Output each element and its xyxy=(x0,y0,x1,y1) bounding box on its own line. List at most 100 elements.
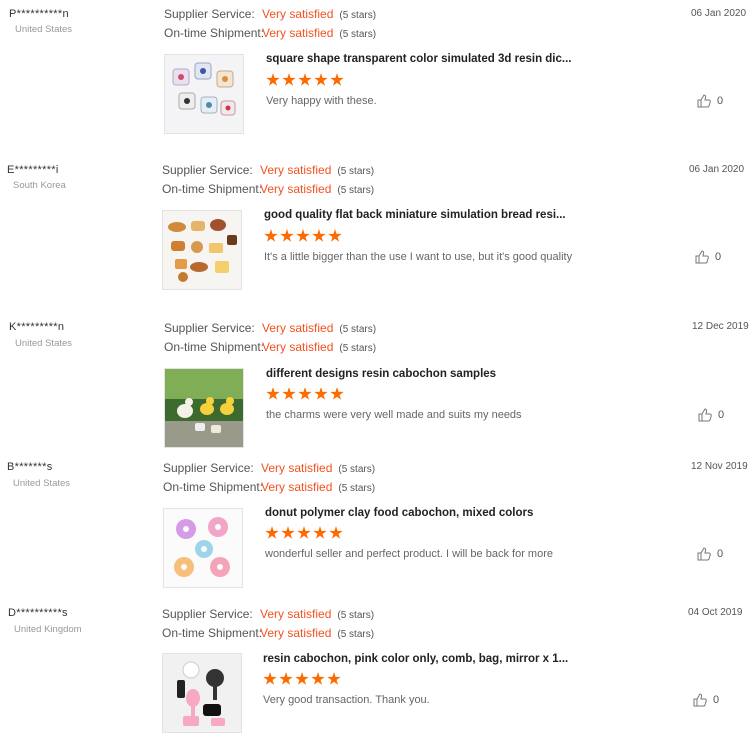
shipment-row: On-time Shipment:Very satisfied (5 stars) xyxy=(162,625,374,641)
buyer-name: P**********n xyxy=(9,8,69,20)
pink-accessories-photo xyxy=(163,654,241,732)
supplier-service-row: Supplier Service: Very satisfied (5 stars) xyxy=(164,320,376,336)
supplier-service-value: Very satisfied xyxy=(260,607,332,621)
product-title[interactable]: donut polymer clay food cabochon, mixed … xyxy=(265,507,533,519)
shipment-label: On-time Shipment: xyxy=(164,340,265,354)
supplier-service-value: Very satisfied xyxy=(260,163,332,177)
supplier-service-row: Supplier Service: Very satisfied (5 stars) xyxy=(164,6,376,22)
star-icon xyxy=(314,73,328,86)
star-icon xyxy=(314,387,328,400)
product-title[interactable]: good quality flat back miniature simulat… xyxy=(264,209,566,221)
shipment-stars: (5 stars) xyxy=(337,629,375,640)
rating-stars xyxy=(266,387,344,403)
supplier-service-row: Supplier Service: Very satisfied (5 stars) xyxy=(162,606,374,622)
star-icon xyxy=(311,672,325,685)
buyer-country: South Korea xyxy=(13,180,66,191)
star-icon xyxy=(282,387,296,400)
resin-ducks-photo xyxy=(165,369,243,447)
star-icon xyxy=(313,526,327,539)
star-icon xyxy=(265,526,279,539)
star-icon xyxy=(263,672,277,685)
product-title[interactable]: different designs resin cabochon samples xyxy=(266,368,496,380)
shipment-value: Very satisfied xyxy=(261,480,333,494)
supplier-service-label: Supplier Service: xyxy=(164,321,255,335)
shipment-label: On-time Shipment: xyxy=(164,26,265,40)
like-count: 0 xyxy=(713,694,720,706)
review-comment: Very happy with these. xyxy=(266,95,377,107)
buyer-country: United Kingdom xyxy=(14,624,82,635)
supplier-service-value: Very satisfied xyxy=(262,7,334,21)
buyer-country: United States xyxy=(15,338,73,349)
like-count: 0 xyxy=(718,409,725,421)
shipment-row: On-time Shipment:Very satisfied (5 stars) xyxy=(164,339,376,355)
product-thumbnail[interactable] xyxy=(162,210,242,290)
product-title[interactable]: resin cabochon, pink color only, comb, b… xyxy=(263,653,568,665)
buyer-name: E*********i xyxy=(7,164,59,176)
buyer-name: D**********s xyxy=(8,607,68,619)
buyer-country: United States xyxy=(13,478,71,489)
supplier-service-label: Supplier Service: xyxy=(163,461,254,475)
shipment-stars: (5 stars) xyxy=(339,343,377,354)
shipment-label: On-time Shipment: xyxy=(162,182,263,196)
review-date: 12 Nov 2019 xyxy=(691,461,748,472)
supplier-service-value: Very satisfied xyxy=(261,461,333,475)
buyer-name: K*********n xyxy=(9,321,65,333)
product-thumbnail[interactable] xyxy=(164,368,244,448)
supplier-service-label: Supplier Service: xyxy=(164,7,255,21)
thumbs-up-icon xyxy=(697,94,711,108)
like-count: 0 xyxy=(717,95,724,107)
product-thumbnail[interactable] xyxy=(164,54,244,134)
like-button[interactable]: 0 xyxy=(695,250,721,264)
star-icon xyxy=(330,73,344,86)
star-icon xyxy=(327,672,341,685)
star-icon xyxy=(282,73,296,86)
shipment-row: On-time Shipment:Very satisfied (5 stars) xyxy=(164,25,376,41)
star-icon xyxy=(330,387,344,400)
shipment-row: On-time Shipment:Very satisfied (5 stars) xyxy=(163,479,375,495)
shipment-stars: (5 stars) xyxy=(337,185,375,196)
star-icon xyxy=(328,229,342,242)
product-thumbnail[interactable] xyxy=(162,653,242,733)
shipment-label: On-time Shipment: xyxy=(162,626,263,640)
supplier-service-stars: (5 stars) xyxy=(338,464,376,475)
rating-stars xyxy=(265,526,343,542)
product-title[interactable]: square shape transparent color simulated… xyxy=(266,53,572,65)
review-comment: It's a little bigger than the use I want… xyxy=(264,251,573,263)
star-icon xyxy=(298,387,312,400)
rating-stars xyxy=(263,672,341,688)
rating-stars xyxy=(264,229,342,245)
supplier-service-row: Supplier Service: Very satisfied (5 stars) xyxy=(163,460,375,476)
like-button[interactable]: 0 xyxy=(698,408,724,422)
star-icon xyxy=(280,229,294,242)
thumbs-up-icon xyxy=(698,408,712,422)
star-icon xyxy=(279,672,293,685)
shipment-row: On-time Shipment:Very satisfied (5 stars) xyxy=(162,181,374,197)
supplier-service-stars: (5 stars) xyxy=(337,166,375,177)
review-date: 12 Dec 2019 xyxy=(692,321,749,332)
like-button[interactable]: 0 xyxy=(693,693,719,707)
buyer-name: B*******s xyxy=(7,461,53,473)
shipment-stars: (5 stars) xyxy=(338,483,376,494)
like-button[interactable]: 0 xyxy=(697,94,723,108)
shipment-value: Very satisfied xyxy=(262,26,334,40)
supplier-service-label: Supplier Service: xyxy=(162,163,253,177)
like-button[interactable]: 0 xyxy=(697,547,723,561)
shipment-value: Very satisfied xyxy=(262,340,334,354)
star-icon xyxy=(266,387,280,400)
review-comment: the charms were very well made and suits… xyxy=(266,409,522,421)
shipment-stars: (5 stars) xyxy=(339,29,377,40)
star-icon xyxy=(312,229,326,242)
star-icon xyxy=(295,672,309,685)
supplier-service-stars: (5 stars) xyxy=(339,10,377,21)
thumbs-up-icon xyxy=(697,547,711,561)
review-date: 04 Oct 2019 xyxy=(688,607,743,618)
product-thumbnail[interactable] xyxy=(163,508,243,588)
like-count: 0 xyxy=(715,251,722,263)
miniature-bread-photo xyxy=(163,211,241,289)
star-icon xyxy=(281,526,295,539)
review-date: 06 Jan 2020 xyxy=(691,8,747,19)
star-icon xyxy=(329,526,343,539)
supplier-service-value: Very satisfied xyxy=(262,321,334,335)
star-icon xyxy=(264,229,278,242)
thumbs-up-icon xyxy=(695,250,709,264)
